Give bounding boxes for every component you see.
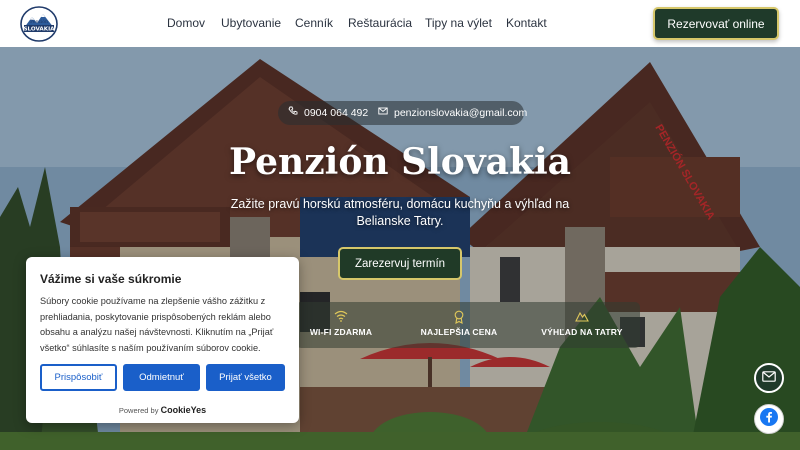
contact-bar: 0904 064 492 penzionslovakia@gmail.com bbox=[278, 101, 527, 125]
feature-best-price-label: NAJLEPŠIA CENA bbox=[420, 327, 498, 337]
feature-best-price: NAJLEPŠIA CENA bbox=[414, 310, 504, 337]
cookie-powered-by[interactable]: Powered by CookieYes bbox=[26, 405, 299, 415]
features-bar: WI-FI ZDARMA NAJLEPŠIA CENA VÝHĽAD NA TA… bbox=[296, 302, 640, 348]
cookie-customize-button[interactable]: Prispôsobiť bbox=[40, 364, 117, 391]
facebook-icon bbox=[760, 407, 778, 431]
cookie-consent-dialog: Vážime si vaše súkromie Súbory cookie po… bbox=[26, 257, 299, 423]
cookie-reject-button[interactable]: Odmietnuť bbox=[123, 364, 200, 391]
cookie-description: Súbory cookie používame na zlepšenie váš… bbox=[40, 296, 274, 353]
award-icon bbox=[414, 310, 504, 324]
nav-item-domov[interactable]: Domov bbox=[167, 16, 205, 30]
nav-item-kontakt[interactable]: Kontakt bbox=[506, 16, 547, 30]
floating-facebook-button[interactable] bbox=[754, 404, 784, 434]
envelope-icon bbox=[378, 106, 388, 119]
feature-wifi-label: WI-FI ZDARMA bbox=[309, 327, 373, 337]
feature-tatra-view: VÝHĽAD NA TATRY bbox=[530, 310, 634, 337]
book-term-button[interactable]: Zarezervuj termín bbox=[338, 247, 462, 280]
feature-wifi: WI-FI ZDARMA bbox=[302, 310, 380, 337]
nav-item-tipy-na-vylet[interactable]: Tipy na výlet bbox=[425, 16, 492, 30]
feature-tatra-view-label: VÝHĽAD NA TATRY bbox=[541, 327, 623, 337]
logo-text-main: SLOVAKIA bbox=[23, 27, 55, 33]
floating-email-button[interactable] bbox=[754, 363, 784, 393]
powered-by-prefix: Powered by bbox=[118, 406, 159, 415]
reserve-online-button[interactable]: Rezervovať online bbox=[653, 7, 779, 40]
wifi-icon bbox=[302, 310, 380, 324]
phone-number: 0904 064 492 bbox=[304, 106, 369, 119]
mountain-icon bbox=[530, 310, 634, 324]
email-address: penzionslovakia@gmail.com bbox=[394, 106, 528, 119]
email-contact[interactable]: penzionslovakia@gmail.com bbox=[378, 106, 527, 119]
nav-item-ubytovanie[interactable]: Ubytovanie bbox=[221, 16, 281, 30]
hero-title: Penzión Slovakia bbox=[229, 141, 571, 183]
logo-text-top: Penzión bbox=[30, 18, 48, 25]
nav-item-cennik[interactable]: Cenník bbox=[295, 16, 333, 30]
site-logo[interactable]: Penzión SLOVAKIA bbox=[20, 6, 58, 42]
nav-item-restauracia[interactable]: Reštaurácia bbox=[348, 16, 412, 30]
cookieyes-logo: CookieYes bbox=[160, 405, 207, 415]
site-header: Penzión SLOVAKIA Domov Ubytovanie Cenník… bbox=[0, 0, 800, 47]
hero-subtitle: Zažite pravú horskú atmosféru, domácu ku… bbox=[230, 197, 570, 228]
phone-icon bbox=[288, 106, 298, 119]
cookie-accept-all-button[interactable]: Prijať všetko bbox=[206, 364, 285, 391]
cookie-title: Vážime si vaše súkromie bbox=[40, 272, 182, 286]
envelope-icon bbox=[762, 369, 776, 387]
phone-contact[interactable]: 0904 064 492 bbox=[288, 106, 368, 119]
